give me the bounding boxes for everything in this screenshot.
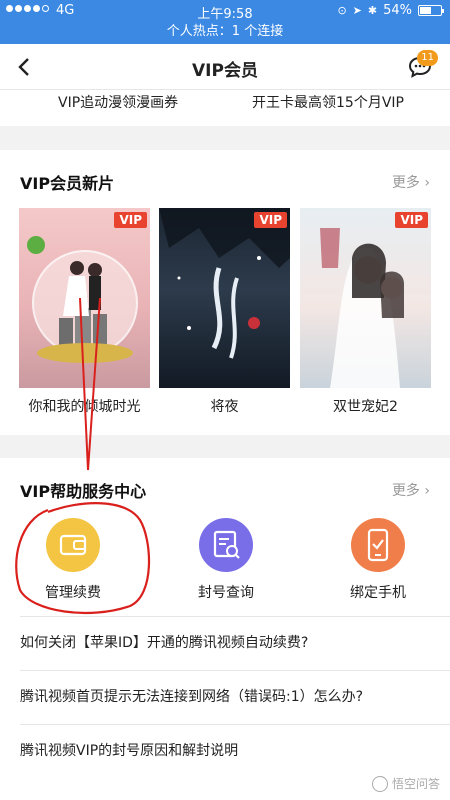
vip-badge: VIP xyxy=(254,212,287,228)
manage-renewal-button[interactable]: 管理续费 xyxy=(13,518,133,602)
battery-icon xyxy=(418,5,444,16)
more-link[interactable]: 更多 › xyxy=(392,172,430,192)
section-title: VIP帮助服务中心 xyxy=(20,482,147,501)
vip-help-center-section: VIP帮助服务中心 更多 › 管理续费 封号查询 绑定手机 如何关闭【苹果ID】… xyxy=(0,458,450,800)
faq-item-apple-id-renewal[interactable]: 如何关闭【苹果ID】开通的腾讯视频自动续费? xyxy=(20,632,430,652)
service-label: 封号查询 xyxy=(198,585,254,601)
movie-poster[interactable]: VIP xyxy=(159,208,290,388)
movie-card[interactable]: VIP 你和我的倾城时光 xyxy=(19,208,150,416)
faq-item-network-error[interactable]: 腾讯视频首页提示无法连接到网络（错误码:1）怎么办? xyxy=(20,686,430,706)
chevron-right-icon: › xyxy=(424,483,430,499)
vip-new-movies-section: VIP会员新片 更多 › VIP 你和我的倾城时光 VIP 将夜 VIP 双世宠… xyxy=(0,150,450,435)
watermark: 悟空问答 xyxy=(371,775,440,792)
search-doc-icon xyxy=(199,518,253,572)
movie-title[interactable]: 你和我的倾城时光 xyxy=(19,396,150,416)
nav-bar: VIP会员 11 xyxy=(0,44,450,90)
section-title: VIP会员新片 xyxy=(20,174,115,193)
page-title: VIP会员 xyxy=(192,61,258,81)
movie-title[interactable]: 双世宠妃2 xyxy=(300,396,431,416)
battery-percent: 54% xyxy=(383,3,412,18)
faq-item-ban-reasons[interactable]: 腾讯视频VIP的封号原因和解封说明 xyxy=(20,740,430,760)
bind-phone-button[interactable]: 绑定手机 xyxy=(318,518,438,602)
location-icon: ➤ xyxy=(352,4,362,17)
divider xyxy=(20,724,450,725)
promo-king-card-link[interactable]: 开王卡最高领15个月VIP xyxy=(252,92,404,112)
divider xyxy=(20,616,450,617)
phone-check-icon xyxy=(351,518,405,572)
vip-badge: VIP xyxy=(114,212,147,228)
more-link[interactable]: 更多 › xyxy=(392,480,430,500)
movie-poster[interactable]: VIP xyxy=(19,208,150,388)
ban-query-button[interactable]: 封号查询 xyxy=(166,518,286,602)
vip-badge: VIP xyxy=(395,212,428,228)
divider xyxy=(20,670,450,671)
poster-art xyxy=(159,208,290,359)
wallet-icon xyxy=(46,518,100,572)
message-count-badge: 11 xyxy=(417,50,438,66)
movie-title[interactable]: 将夜 xyxy=(159,396,290,416)
chevron-right-icon: › xyxy=(424,175,430,191)
promo-comics-link[interactable]: VIP追动漫领漫画券 xyxy=(58,92,178,112)
hotspot-banner[interactable]: 个人热点：1 个连接 xyxy=(0,22,450,44)
service-label: 绑定手机 xyxy=(350,585,406,601)
promo-strip: VIP追动漫领漫画券 开王卡最高领15个月VIP xyxy=(0,90,450,126)
poster-art xyxy=(27,236,138,363)
orientation-lock-icon: ⊙ xyxy=(337,4,347,17)
poster-art xyxy=(320,228,404,388)
watermark-logo-icon xyxy=(371,775,388,792)
service-label: 管理续费 xyxy=(45,585,101,601)
movie-card[interactable]: VIP 双世宠妃2 xyxy=(300,208,431,416)
movie-card[interactable]: VIP 将夜 xyxy=(159,208,290,416)
movie-poster[interactable]: VIP xyxy=(300,208,431,388)
status-bar: 4G 上午9:58 ⊙ ➤ ✱ 54% xyxy=(0,0,450,22)
bluetooth-icon: ✱ xyxy=(367,4,378,17)
